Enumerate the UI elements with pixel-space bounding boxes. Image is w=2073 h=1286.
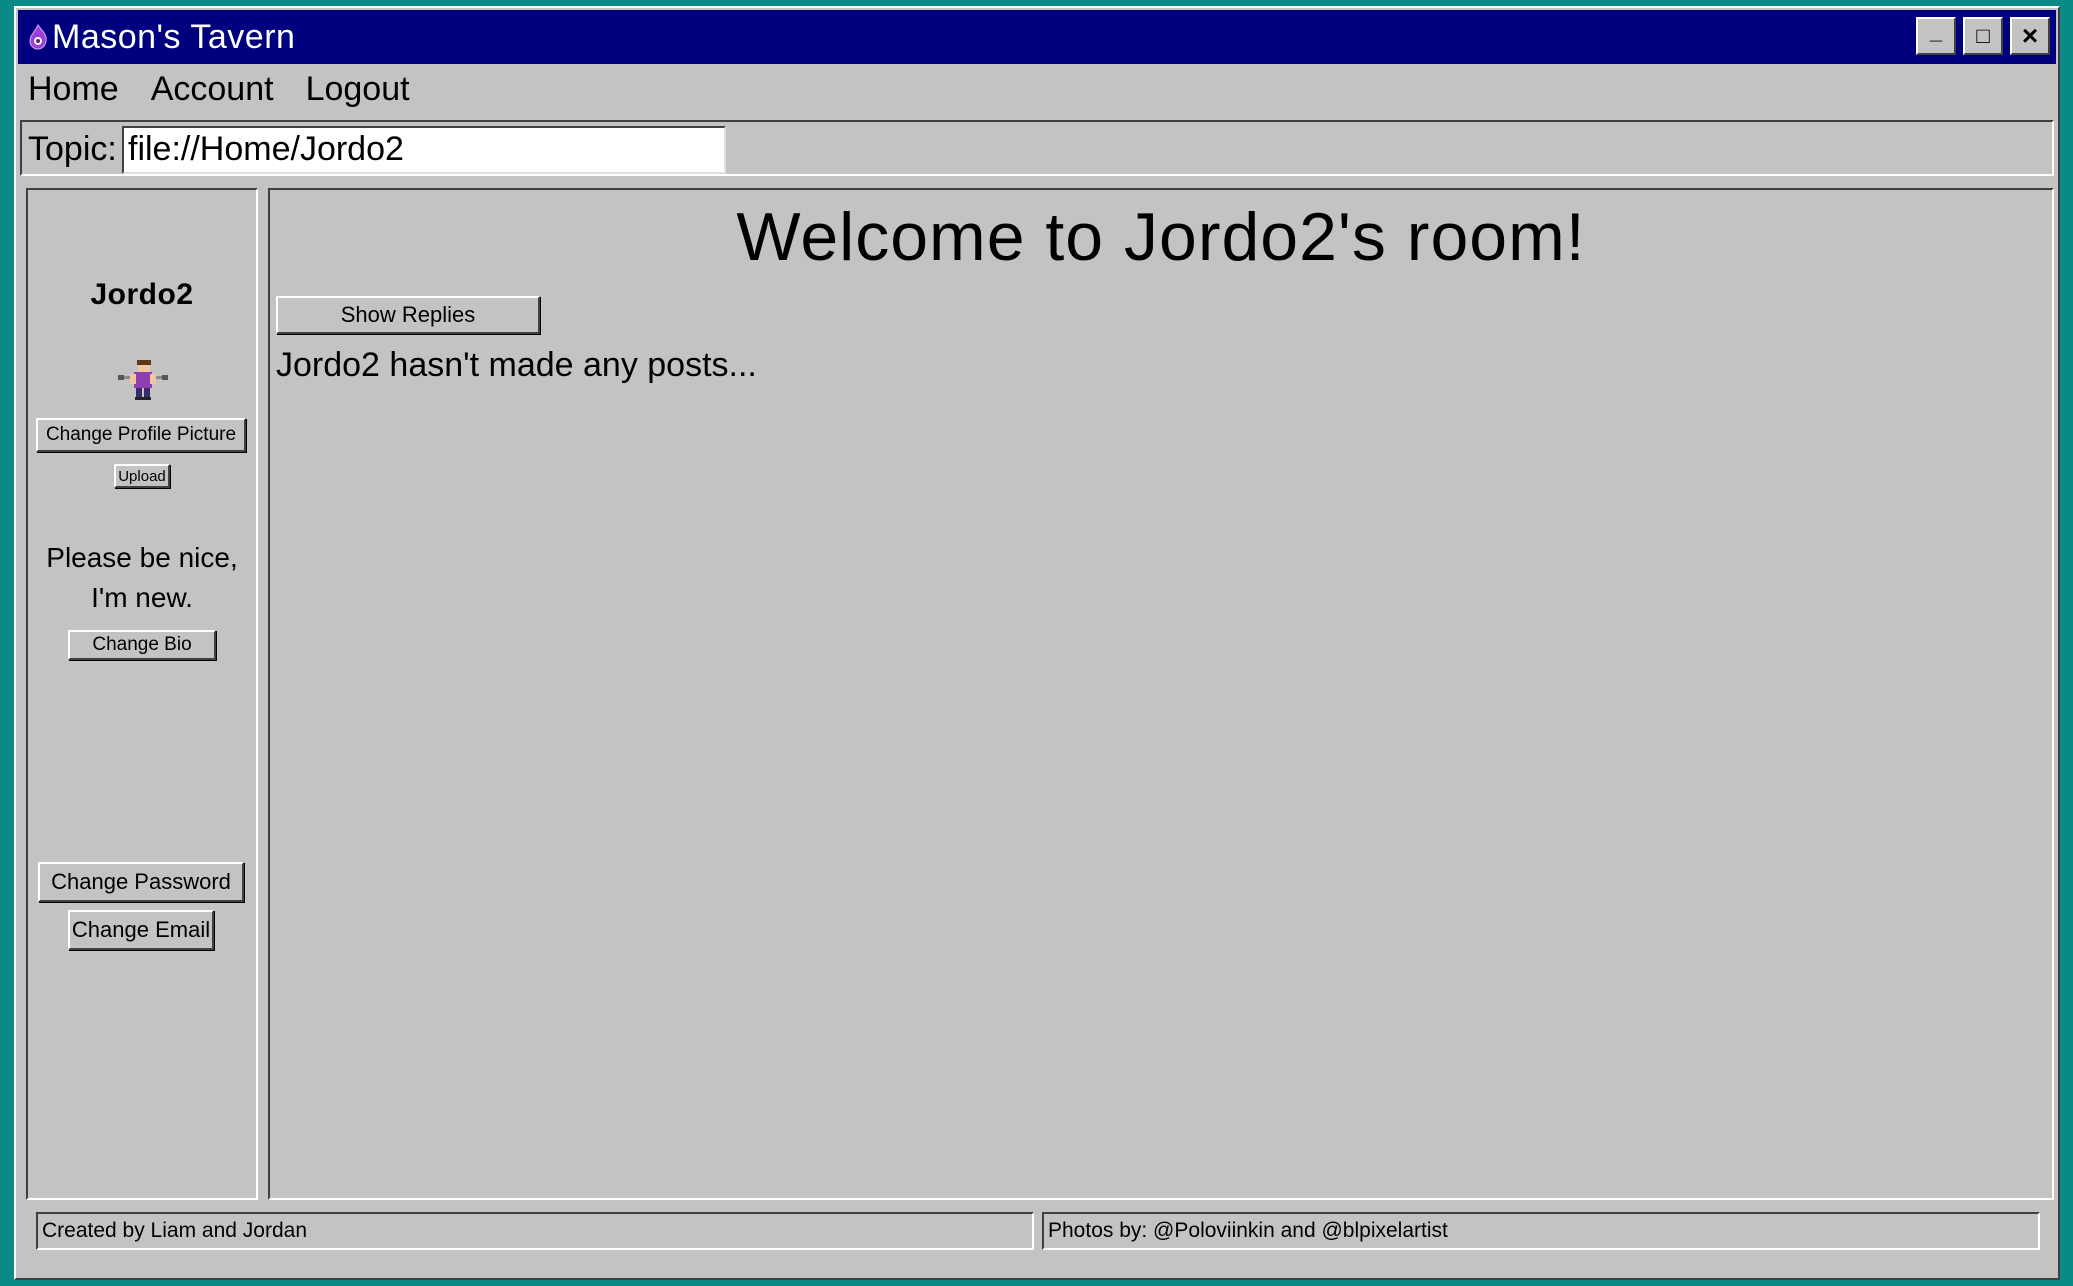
- topic-label: Topic:: [28, 130, 117, 168]
- upload-label: Upload: [118, 467, 166, 485]
- status-credits: Created by Liam and Jordan: [36, 1212, 1034, 1250]
- maximize-button[interactable]: □: [1963, 17, 2003, 55]
- close-icon: ×: [2021, 20, 2039, 51]
- change-bio-label: Change Bio: [92, 634, 192, 655]
- room-heading: Welcome to Jordo2's room!: [736, 199, 1586, 275]
- change-password-label: Change Password: [51, 869, 231, 894]
- change-email-label: Change Email: [71, 917, 211, 942]
- profile-bio: Please be nice, I'm new.: [28, 538, 256, 618]
- menu-item-home[interactable]: Home: [28, 70, 119, 109]
- show-replies-label: Show Replies: [340, 302, 476, 327]
- bio-line-1: Please be nice,: [46, 542, 238, 573]
- profile-username: Jordo2: [90, 278, 194, 311]
- profile-sidebar: Jordo2 Change Profile Picture Upload Ple…: [26, 188, 258, 1200]
- menu-item-logout[interactable]: Logout: [306, 70, 410, 109]
- minimize-button[interactable]: _: [1916, 17, 1956, 55]
- change-profile-picture-button[interactable]: Change Profile Picture: [36, 418, 246, 452]
- menu-bar: Home Account Logout: [28, 70, 410, 109]
- window-controls: _ □ ×: [1916, 17, 2050, 55]
- status-photo-credits: Photos by: @Poloviinkin and @blpixelarti…: [1042, 1212, 2040, 1250]
- maximize-icon: □: [1976, 23, 1990, 48]
- title-bar[interactable]: Mason's Tavern _ □ ×: [18, 10, 2056, 64]
- status-bar: Created by Liam and Jordan Photos by: @P…: [36, 1212, 2046, 1252]
- change-email-button[interactable]: Change Email: [68, 910, 214, 950]
- avatar: [118, 360, 168, 400]
- bio-line-2: I'm new.: [91, 582, 193, 613]
- window-title: Mason's Tavern: [52, 17, 296, 56]
- show-replies-button[interactable]: Show Replies: [276, 296, 540, 334]
- topic-bar: Topic: file://Home/Jordo2: [20, 120, 2054, 176]
- room-panel: Welcome to Jordo2's room! Show Replies J…: [268, 188, 2054, 1200]
- change-bio-button[interactable]: Change Bio: [68, 630, 216, 660]
- empty-posts-message: Jordo2 hasn't made any posts...: [276, 346, 757, 384]
- menu-item-account[interactable]: Account: [151, 70, 274, 109]
- app-window: Mason's Tavern _ □ × Home Account Logout…: [14, 6, 2060, 1280]
- change-password-button[interactable]: Change Password: [38, 862, 244, 902]
- change-profile-picture-label: Change Profile Picture: [45, 424, 237, 445]
- purple-flame-icon: [29, 24, 47, 50]
- topic-input[interactable]: file://Home/Jordo2: [122, 126, 726, 174]
- upload-button[interactable]: Upload: [114, 464, 170, 488]
- minimize-icon: _: [1929, 19, 1943, 44]
- close-button[interactable]: ×: [2010, 17, 2050, 55]
